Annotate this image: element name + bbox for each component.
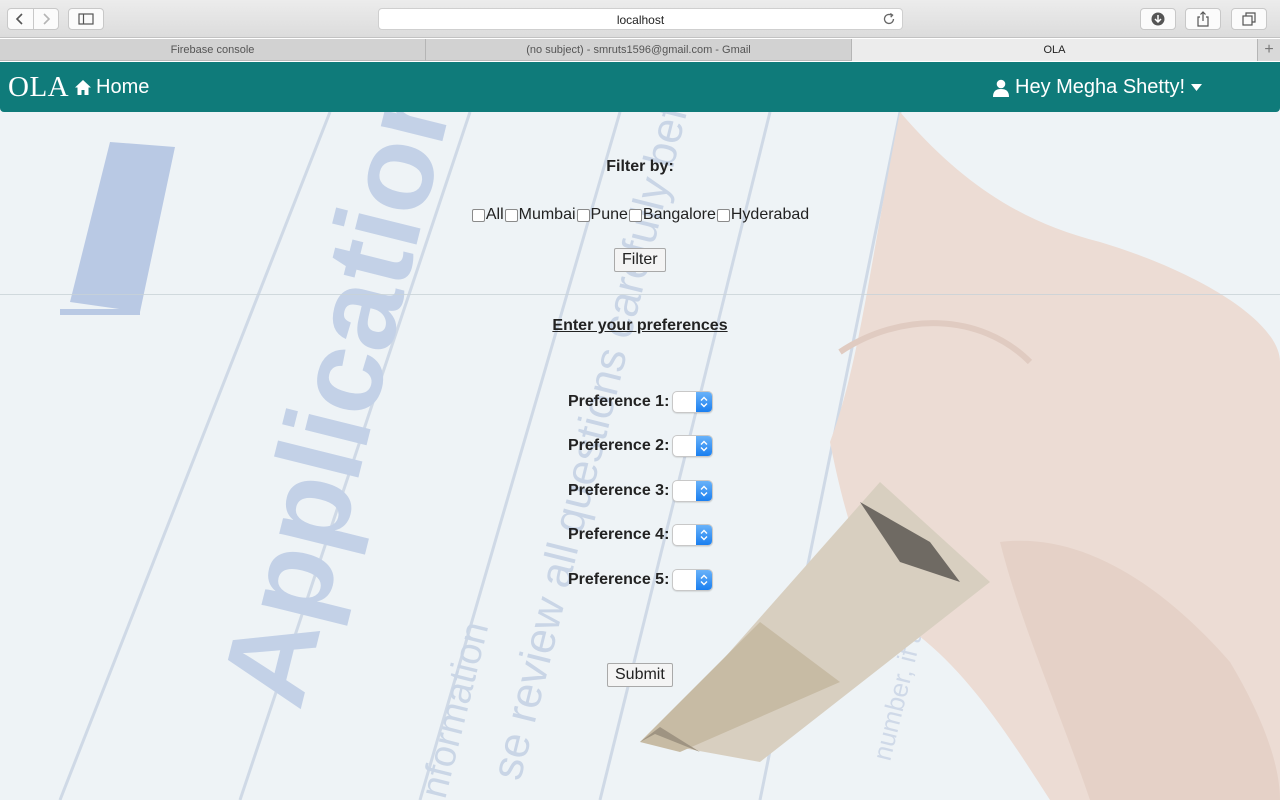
preference-row-2: Preference 2: bbox=[568, 435, 714, 457]
checkbox-all[interactable]: All bbox=[471, 206, 504, 224]
tabs-overview-icon bbox=[1242, 12, 1256, 26]
new-tab-button[interactable]: + bbox=[1258, 39, 1280, 61]
submit-button[interactable]: Submit bbox=[607, 663, 673, 687]
checkbox-hyderabad[interactable]: Hyderabad bbox=[716, 206, 809, 224]
download-icon bbox=[1151, 12, 1165, 26]
preference-1-label: Preference 1: bbox=[568, 393, 670, 410]
share-button[interactable] bbox=[1185, 8, 1221, 30]
home-link[interactable]: Home bbox=[74, 76, 149, 99]
preference-5-select[interactable] bbox=[672, 569, 714, 591]
preference-1-select[interactable] bbox=[672, 391, 714, 413]
preference-2-label: Preference 2: bbox=[568, 437, 670, 454]
preference-row-4: Preference 4: bbox=[568, 524, 714, 546]
forward-button[interactable] bbox=[32, 9, 58, 29]
chevron-left-icon bbox=[16, 13, 24, 25]
checkbox-bangalore-label: Bangalore bbox=[642, 206, 716, 223]
checkbox-hyderabad-label: Hyderabad bbox=[730, 206, 810, 223]
history-navigation bbox=[7, 8, 59, 30]
select-arrows-icon bbox=[700, 485, 708, 497]
preference-3-label: Preference 3: bbox=[568, 482, 670, 499]
share-icon bbox=[1197, 11, 1209, 27]
preference-row-3: Preference 3: bbox=[568, 480, 714, 502]
home-link-label: Home bbox=[96, 76, 150, 98]
checkbox-all-label: All bbox=[485, 206, 504, 223]
preference-2-select[interactable] bbox=[672, 435, 714, 457]
url-text: localhost bbox=[616, 13, 665, 27]
preference-row-1: Preference 1: bbox=[568, 391, 714, 413]
tab-firebase-console[interactable]: Firebase console bbox=[0, 39, 426, 61]
user-icon bbox=[993, 79, 1009, 97]
checkbox-hyderabad-box[interactable] bbox=[716, 208, 730, 222]
chevron-right-icon bbox=[43, 13, 51, 25]
caret-down-icon bbox=[1191, 84, 1203, 91]
brand-logo[interactable]: OLA bbox=[8, 71, 69, 104]
checkbox-bangalore-box[interactable] bbox=[628, 208, 642, 222]
checkbox-pune-box[interactable] bbox=[576, 208, 590, 222]
sidebar-icon bbox=[78, 13, 94, 25]
select-arrows-icon bbox=[700, 396, 708, 408]
browser-toolbar: localhost bbox=[0, 0, 1280, 38]
tab-bar: Firebase console (no subject) - smruts15… bbox=[0, 39, 1280, 61]
tab-gmail[interactable]: (no subject) - smruts1596@gmail.com - Gm… bbox=[426, 39, 852, 61]
reload-icon[interactable] bbox=[882, 12, 896, 26]
preference-5-label: Preference 5: bbox=[568, 571, 670, 588]
preferences-heading: Enter your preferences bbox=[552, 317, 728, 334]
checkbox-pune-label: Pune bbox=[590, 206, 628, 223]
back-button[interactable] bbox=[8, 9, 33, 29]
filter-heading: Filter by: bbox=[606, 158, 674, 175]
preference-3-select[interactable] bbox=[672, 480, 714, 502]
select-arrows-icon bbox=[700, 574, 708, 586]
preference-4-label: Preference 4: bbox=[568, 526, 670, 543]
web-page: Application se review all questions care… bbox=[0, 62, 1280, 800]
preference-4-select[interactable] bbox=[672, 524, 714, 546]
top-navbar: OLA Home Hey Megha Shetty! bbox=[0, 62, 1280, 112]
checkbox-all-box[interactable] bbox=[471, 208, 485, 222]
user-greeting: Hey Megha Shetty! bbox=[1015, 76, 1186, 98]
select-arrows-icon bbox=[700, 529, 708, 541]
checkbox-mumbai-label: Mumbai bbox=[518, 206, 576, 223]
address-bar[interactable]: localhost bbox=[378, 8, 903, 30]
user-menu-toggle[interactable]: Hey Megha Shetty! bbox=[992, 76, 1203, 99]
select-arrows-icon bbox=[700, 440, 708, 452]
city-filter-checkboxes: All Mumbai Pune Bangalore Hyderabad bbox=[0, 206, 1280, 224]
checkbox-bangalore[interactable]: Bangalore bbox=[628, 206, 716, 224]
tab-ola[interactable]: OLA bbox=[852, 39, 1258, 61]
checkbox-mumbai-box[interactable] bbox=[504, 208, 518, 222]
checkbox-pune[interactable]: Pune bbox=[576, 206, 628, 224]
filter-button[interactable]: Filter bbox=[614, 248, 666, 272]
main-content: Filter by: All Mumbai Pune Bangalore Hyd… bbox=[0, 112, 1280, 800]
preference-row-5: Preference 5: bbox=[568, 569, 714, 591]
sidebar-toggle-button[interactable] bbox=[68, 8, 104, 30]
downloads-button[interactable] bbox=[1140, 8, 1176, 30]
section-divider bbox=[0, 294, 1280, 295]
checkbox-mumbai[interactable]: Mumbai bbox=[504, 206, 576, 224]
home-icon bbox=[75, 80, 91, 95]
show-tabs-button[interactable] bbox=[1231, 8, 1267, 30]
